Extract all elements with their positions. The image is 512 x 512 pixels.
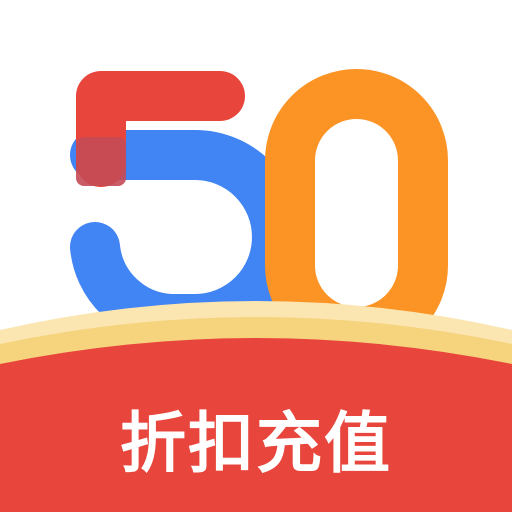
digit-five-overlap-icon <box>76 137 126 186</box>
digit-zero-icon <box>265 69 448 357</box>
banner-label: 折扣充值 <box>120 405 392 482</box>
app-icon: 折扣充值 <box>0 0 512 512</box>
